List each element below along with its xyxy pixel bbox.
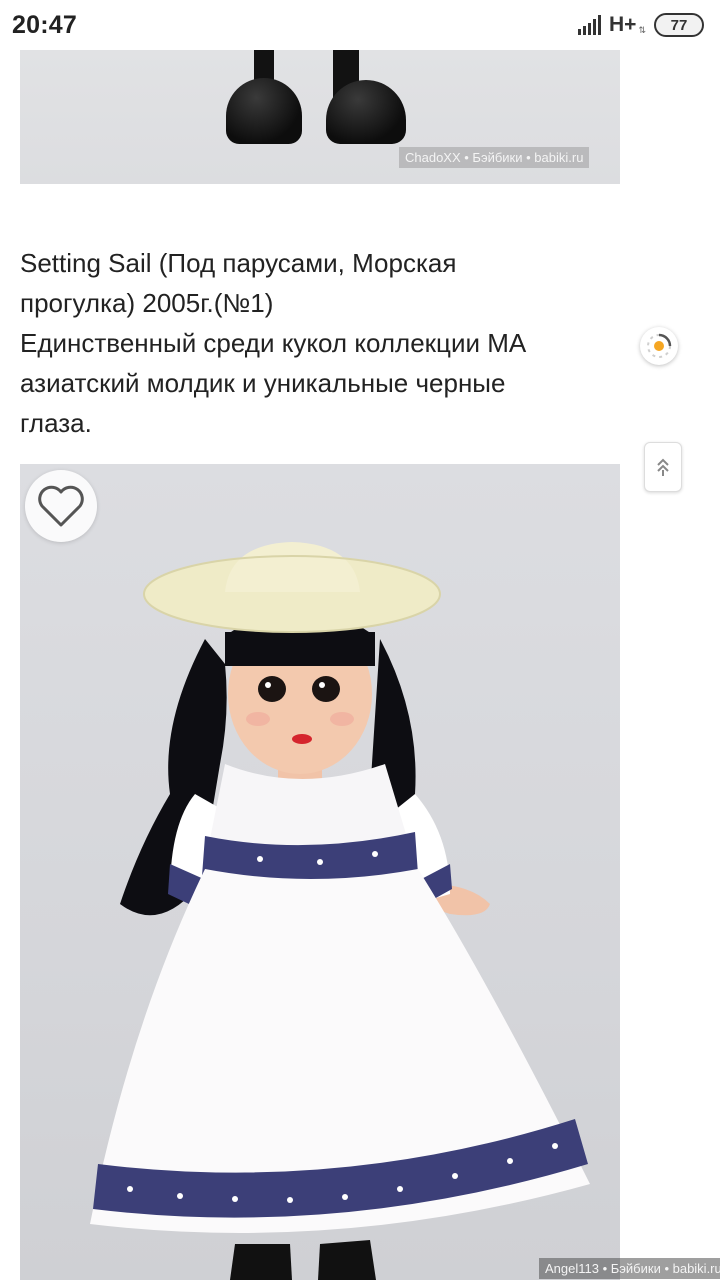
caption-line: Единственный среди кукол коллекции МА bbox=[20, 328, 527, 358]
photo-watermark: Angel113 • Бэйбики • babiki.ru bbox=[539, 1258, 720, 1279]
status-time: 20:47 bbox=[12, 10, 77, 39]
battery-level: 77 bbox=[670, 16, 688, 34]
heart-icon bbox=[38, 485, 84, 527]
caption-line: Setting Sail (Под парусами, Морская bbox=[20, 248, 457, 278]
status-indicators: H+ ⇅ 77 bbox=[578, 13, 704, 37]
caption-line: глаза. bbox=[20, 408, 92, 438]
network-type: H+ bbox=[609, 13, 637, 36]
status-bar: 20:47 H+ ⇅ 77 bbox=[0, 0, 720, 50]
scroll-to-top-icon bbox=[657, 458, 669, 476]
doll-shoe-left bbox=[226, 78, 302, 144]
post-caption: Setting Sail (Под парусами, Морская прог… bbox=[20, 243, 620, 443]
data-activity-icon: ⇅ bbox=[638, 24, 646, 35]
top-photo[interactable]: ChadoXX • Бэйбики • babiki.ru bbox=[20, 50, 620, 184]
doll-illustration bbox=[90, 542, 590, 1280]
sun-loader-icon[interactable] bbox=[640, 327, 678, 365]
caption-line: азиатский молдик и уникальные черные bbox=[20, 368, 506, 398]
doll-photo[interactable] bbox=[20, 464, 620, 1280]
battery-icon: 77 bbox=[654, 13, 704, 37]
doll-shoe-right bbox=[326, 80, 406, 144]
scroll-to-top-button[interactable] bbox=[644, 442, 682, 492]
signal-bars-icon bbox=[578, 15, 602, 35]
photo-watermark: ChadoXX • Бэйбики • babiki.ru bbox=[399, 147, 590, 168]
caption-line: прогулка) 2005г.(№1) bbox=[20, 288, 274, 318]
like-button[interactable] bbox=[25, 470, 97, 542]
